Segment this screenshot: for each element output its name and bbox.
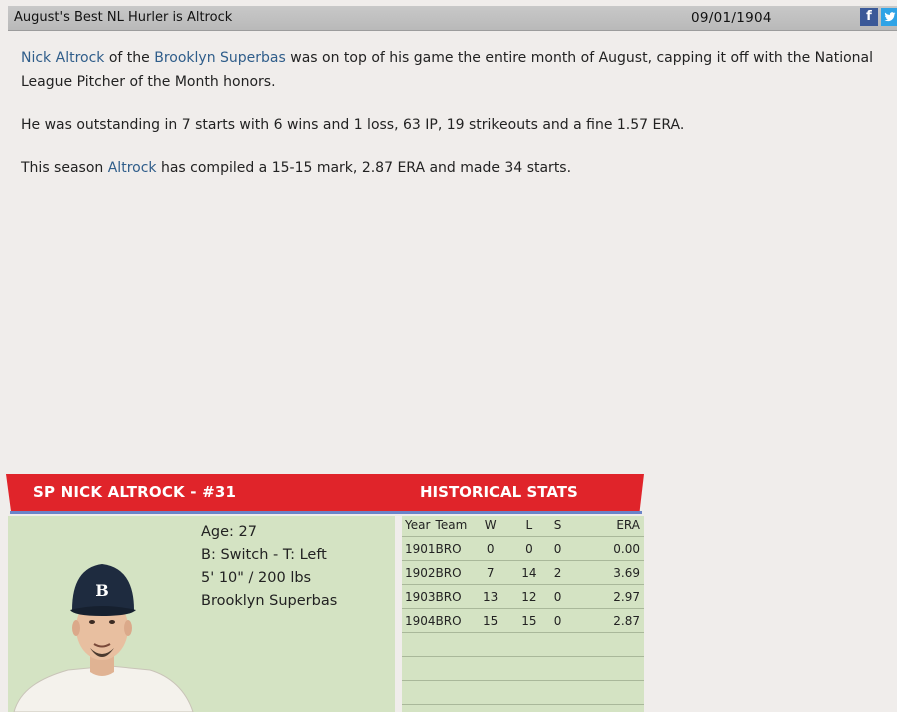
table-row-empty	[402, 632, 644, 657]
col-team-header: Team	[435, 514, 472, 537]
col-saves-header: S	[548, 514, 568, 537]
player-team: Brooklyn Superbas	[201, 593, 338, 609]
article-body: Nick Altrock of the Brooklyn Superbas wa…	[21, 46, 897, 199]
col-era-header: ERA	[567, 514, 644, 537]
headline: August's Best NL Hurler is Altrock	[14, 10, 233, 25]
player-link[interactable]: Nick Altrock	[21, 50, 104, 66]
team-link[interactable]: Brooklyn Superbas	[154, 50, 286, 66]
historical-stats-table: Year Team W L S ERA 1901 BRO 0 0 0 0.00 …	[402, 514, 644, 705]
table-row: 1902 BRO 7 14 2 3.69	[402, 560, 644, 585]
player-bats-throws: B: Switch - T: Left	[201, 547, 327, 563]
col-wins-header: W	[471, 514, 510, 537]
article-date: 09/01/1904	[691, 10, 772, 26]
historical-stats-title: HISTORICAL STATS	[420, 483, 578, 501]
player-portrait: B	[13, 564, 194, 712]
player-bio: Age: 27 B: Switch - T: Left 5' 10" / 200…	[201, 521, 337, 613]
player-card-title: SP NICK ALTROCK - #31	[33, 483, 237, 501]
table-row-empty	[402, 656, 644, 681]
facebook-icon[interactable]: f	[860, 8, 878, 26]
col-year-header: Year	[402, 514, 436, 537]
col-losses-header: L	[509, 514, 549, 537]
player-age: Age: 27	[201, 524, 257, 540]
table-row: 1901 BRO 0 0 0 0.00	[402, 536, 644, 561]
twitter-icon[interactable]	[881, 8, 897, 26]
table-row: 1903 BRO 13 12 0 2.97	[402, 584, 644, 609]
article-paragraph-3: This season Altrock has compiled a 15-15…	[21, 160, 572, 176]
table-row-empty	[402, 680, 644, 705]
stats-header-row: Year Team W L S ERA	[402, 514, 644, 537]
player-link[interactable]: Altrock	[108, 160, 157, 176]
news-header-bar: August's Best NL Hurler is Altrock 09/01…	[8, 6, 897, 31]
table-row: 1904 BRO 15 15 0 2.87	[402, 608, 644, 633]
player-size: 5' 10" / 200 lbs	[201, 570, 312, 586]
cap-logo: B	[95, 581, 109, 600]
article-paragraph-1: Nick Altrock of the Brooklyn Superbas wa…	[21, 50, 874, 90]
article-paragraph-2: He was outstanding in 7 starts with 6 wi…	[21, 117, 685, 133]
